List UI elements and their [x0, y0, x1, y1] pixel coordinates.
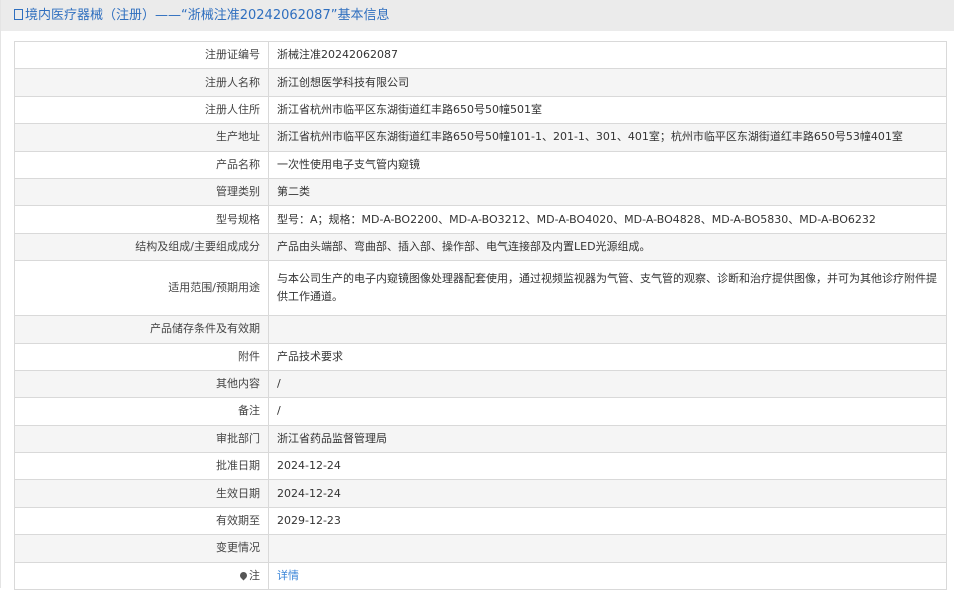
table-row: 审批部门 浙江省药品监督管理局 — [14, 424, 947, 454]
row-label: 产品名称 — [14, 150, 269, 179]
row-label: 型号规格 — [14, 205, 269, 234]
row-value: / — [268, 397, 947, 426]
row-label: 变更情况 — [14, 534, 269, 563]
row-value: / — [268, 369, 947, 399]
row-label: 适用范围/预期用途 — [14, 260, 269, 317]
table-row: 变更情况 — [14, 534, 947, 563]
row-value: 2024-12-24 — [268, 479, 947, 508]
row-value: 第二类 — [268, 177, 947, 207]
row-value: 浙江创想医学科技有限公司 — [268, 68, 947, 97]
table-row: 管理类别 第二类 — [14, 177, 947, 207]
pin-icon — [238, 570, 249, 581]
table-row: 适用范围/预期用途 与本公司生产的电子内窥镜图像处理器配套使用，通过视频监视器为气… — [14, 260, 947, 317]
row-value: 产品由头端部、弯曲部、插入部、操作部、电气连接部及内置LED光源组成。 — [268, 232, 947, 262]
row-label: 生效日期 — [14, 479, 269, 508]
row-value: 浙江省药品监督管理局 — [268, 424, 947, 454]
row-value: 2024-12-24 — [268, 452, 947, 481]
table-row: 生产地址 浙江省杭州市临平区东湖街道红丰路650号50幢101-1、201-1、3… — [14, 123, 947, 152]
table-row: 产品名称 一次性使用电子支气管内窥镜 — [14, 150, 947, 179]
table-row: 产品储存条件及有效期 — [14, 315, 947, 344]
row-label: 其他内容 — [14, 369, 269, 399]
row-label: 审批部门 — [14, 424, 269, 454]
row-value: 型号：A；规格：MD-A-BO2200、MD-A-BO3212、MD-A-BO4… — [268, 205, 947, 234]
table-row: 附件 产品技术要求 — [14, 342, 947, 371]
info-table: 注册证编号 浙械注准20242062087 注册人名称 浙江创想医学科技有限公司 注册人… — [14, 40, 947, 590]
row-label: 结构及组成/主要组成成分 — [14, 232, 269, 262]
row-value — [268, 534, 947, 563]
row-label: 注册人住所 — [14, 95, 269, 125]
table-row: 型号规格 型号：A；规格：MD-A-BO2200、MD-A-BO3212、MD-A… — [14, 205, 947, 234]
table-row: 注册人住所 浙江省杭州市临平区东湖街道红丰路650号50幢501室 — [14, 95, 947, 125]
row-value: 浙江省杭州市临平区东湖街道红丰路650号50幢501室 — [268, 95, 947, 125]
table-row: 备注 / — [14, 397, 947, 426]
document-icon — [14, 9, 23, 20]
row-label: 注册人名称 — [14, 68, 269, 97]
note-row: 注 详情 — [14, 561, 947, 590]
page-title: 境内医疗器械（注册）——“浙械注准20242062087”基本信息 — [25, 8, 390, 23]
row-value: 浙械注准20242062087 — [268, 40, 947, 70]
row-label: 附件 — [14, 342, 269, 371]
table-row: 注册人名称 浙江创想医学科技有限公司 — [14, 68, 947, 97]
table-row: 结构及组成/主要组成成分 产品由头端部、弯曲部、插入部、操作部、电气连接部及内置L… — [14, 232, 947, 262]
row-label: 注册证编号 — [14, 40, 269, 70]
row-label: 有效期至 — [14, 506, 269, 536]
page-header: 境内医疗器械（注册）——“浙械注准20242062087”基本信息 — [1, 0, 954, 31]
row-value: 产品技术要求 — [268, 342, 947, 371]
table-row: 有效期至 2029-12-23 — [14, 506, 947, 536]
row-value: 2029-12-23 — [268, 506, 947, 536]
details-link[interactable]: 详情 — [277, 569, 299, 582]
row-label: 产品储存条件及有效期 — [14, 315, 269, 344]
row-value: 一次性使用电子支气管内窥镜 — [268, 150, 947, 179]
table-row: 生效日期 2024-12-24 — [14, 479, 947, 508]
row-value — [268, 315, 947, 344]
table-row: 批准日期 2024-12-24 — [14, 452, 947, 481]
table-row: 其他内容 / — [14, 369, 947, 399]
row-label: 管理类别 — [14, 177, 269, 207]
row-value: 与本公司生产的电子内窥镜图像处理器配套使用，通过视频监视器为气管、支气管的观察、… — [268, 260, 947, 317]
row-label: 批准日期 — [14, 452, 269, 481]
table-row: 注册证编号 浙械注准20242062087 — [14, 40, 947, 70]
row-label: 生产地址 — [14, 123, 269, 152]
note-label: 注 — [249, 568, 260, 582]
row-label: 备注 — [14, 397, 269, 426]
row-value: 浙江省杭州市临平区东湖街道红丰路650号50幢101-1、201-1、301、4… — [268, 123, 947, 152]
